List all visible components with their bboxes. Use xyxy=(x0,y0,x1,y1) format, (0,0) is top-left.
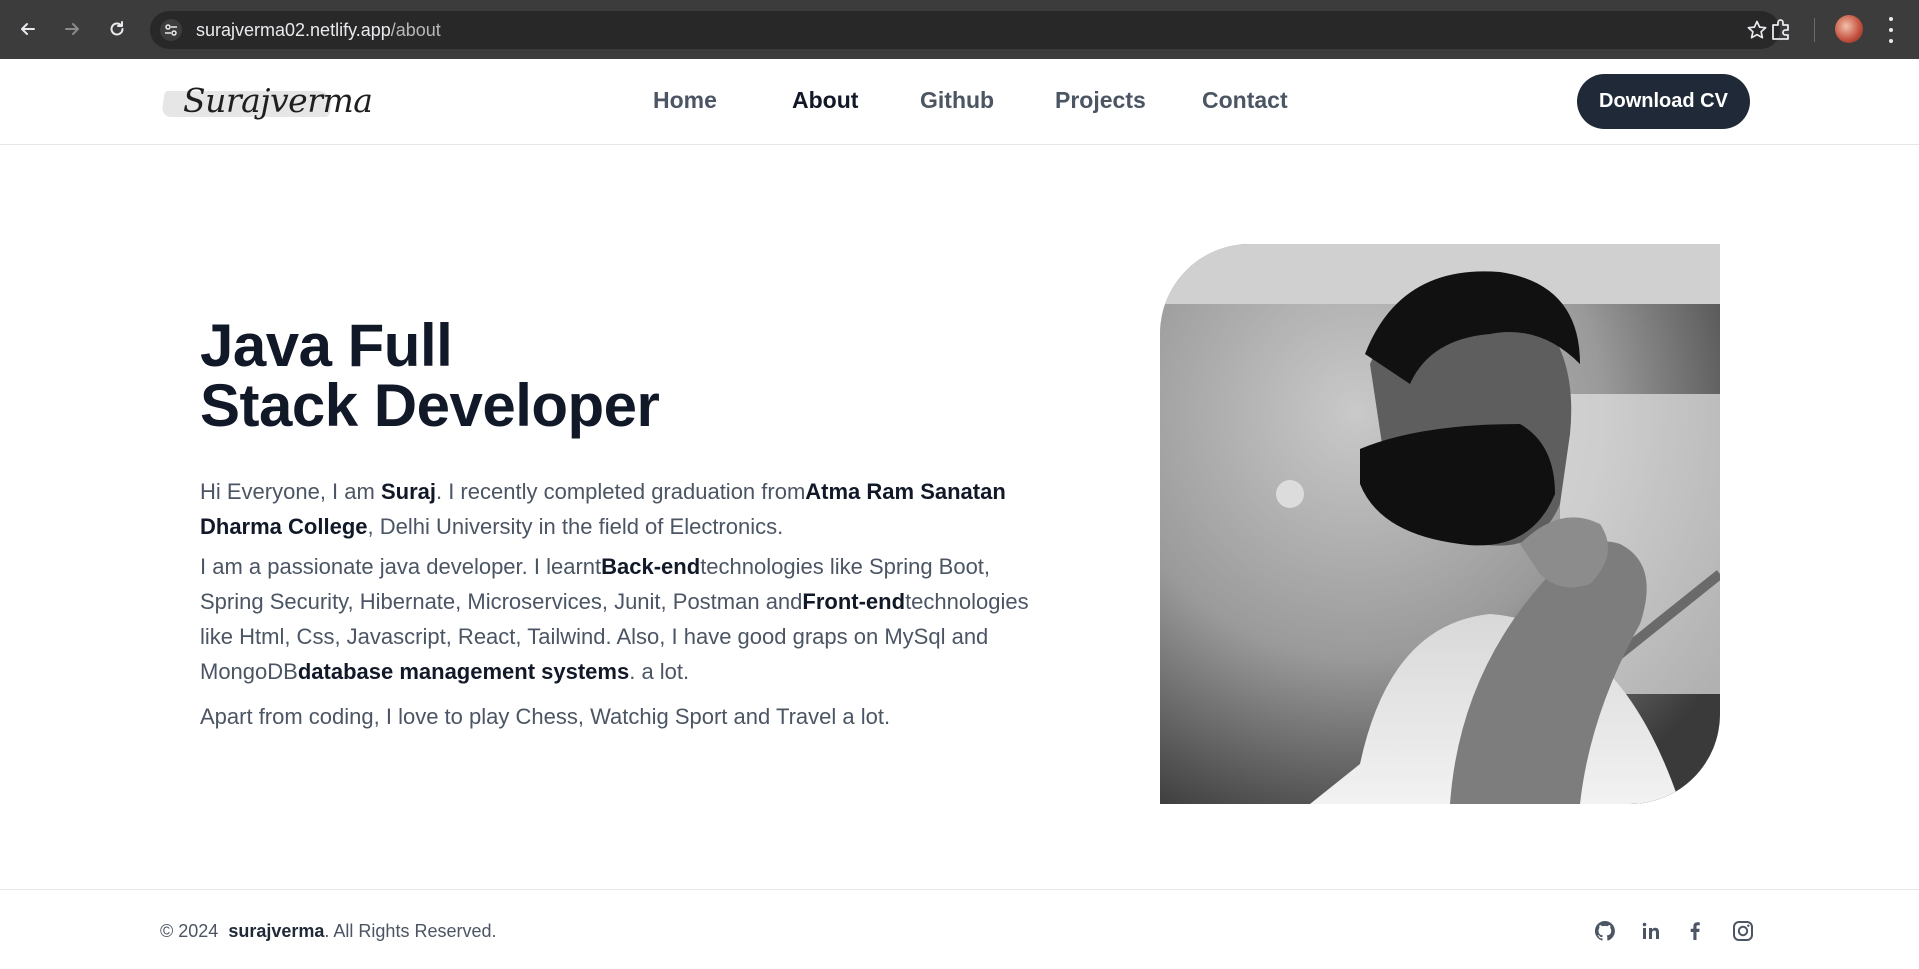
profile-avatar[interactable] xyxy=(1835,15,1863,43)
copyright-suffix: . All Rights Reserved. xyxy=(324,921,497,941)
nav-about[interactable]: About xyxy=(792,87,858,114)
facebook-icon xyxy=(1690,922,1700,940)
url-text: surajverma02.netlify.app/about xyxy=(196,20,441,41)
nav-home[interactable]: Home xyxy=(653,87,717,114)
download-cv-button[interactable]: Download CV xyxy=(1577,74,1750,129)
hobbies-paragraph: Apart from coding, I love to play Chess,… xyxy=(200,704,891,729)
nav-contact[interactable]: Contact xyxy=(1202,87,1288,114)
copyright-year: © 2024 xyxy=(160,921,219,941)
extensions-puzzle-icon[interactable] xyxy=(1768,17,1794,43)
frontend-highlight: Front-end xyxy=(802,589,906,614)
toolbar-divider xyxy=(1814,18,1815,42)
bookmark-star-icon[interactable] xyxy=(1746,19,1768,41)
address-bar[interactable]: surajverma02.netlify.app/about xyxy=(150,11,1780,49)
skills-paragraph: I am a passionate java developer. I lear… xyxy=(200,549,1050,689)
intro-text: , Delhi University in the field of Elect… xyxy=(367,514,784,539)
github-icon xyxy=(1594,920,1615,941)
site-logo[interactable]: Surajverma xyxy=(161,79,373,123)
url-host: surajverma02.netlify.app xyxy=(196,20,391,40)
arrow-right-icon xyxy=(65,23,79,35)
intro-text: . I recently completed graduation from xyxy=(435,479,806,504)
browser-menu-button[interactable] xyxy=(1886,17,1896,43)
instagram-icon xyxy=(1733,921,1753,941)
backend-highlight: Back-end xyxy=(601,554,701,579)
profile-photo xyxy=(1160,244,1720,804)
footer-divider xyxy=(0,889,1919,890)
logo-text: Surajverma xyxy=(183,81,373,120)
linkedin-icon xyxy=(1642,922,1659,939)
name-highlight: Suraj xyxy=(380,479,436,504)
database-highlight: database management systems xyxy=(297,659,630,684)
linkedin-link[interactable] xyxy=(1638,918,1664,944)
back-button[interactable] xyxy=(13,14,43,44)
reload-button[interactable] xyxy=(102,14,132,44)
forward-button[interactable] xyxy=(57,14,87,44)
copyright-owner[interactable]: surajverma xyxy=(228,921,324,941)
reload-icon xyxy=(110,21,124,36)
nav-projects[interactable]: Projects xyxy=(1055,87,1146,114)
title-line-2: Stack Developer xyxy=(200,372,660,439)
browser-toolbar: surajverma02.netlify.app/about xyxy=(0,0,1919,59)
facebook-link[interactable] xyxy=(1682,918,1708,944)
skills-text: . a lot. xyxy=(629,659,690,684)
url-path: /about xyxy=(390,20,441,40)
title-line-1: Java Full xyxy=(200,312,453,379)
page-title: Java Full Stack Developer xyxy=(200,312,660,439)
skills-text: I am a passionate java developer. I lear… xyxy=(200,554,602,579)
intro-text: Hi Everyone, I am xyxy=(200,479,381,504)
site-header: Surajverma Home About Github Projects Co… xyxy=(0,59,1919,145)
copyright-text: © 2024 surajverma. All Rights Reserved. xyxy=(160,921,496,942)
intro-paragraph: Hi Everyone, I am Suraj. I recently comp… xyxy=(200,474,1050,544)
site-info-icon[interactable] xyxy=(160,19,182,41)
arrow-left-icon xyxy=(21,23,35,35)
instagram-link[interactable] xyxy=(1730,918,1756,944)
nav-github[interactable]: Github xyxy=(920,87,994,114)
github-link[interactable] xyxy=(1592,918,1618,944)
